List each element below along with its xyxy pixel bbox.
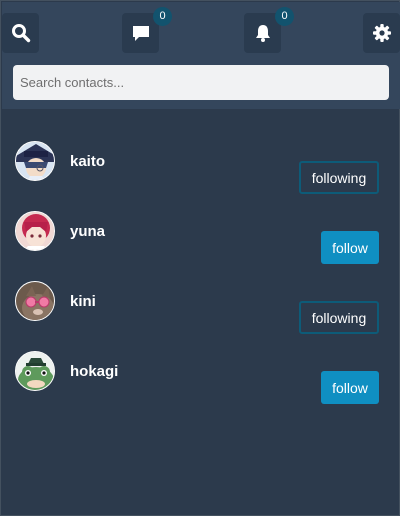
- avatar: [15, 351, 55, 391]
- contact-name: hokagi: [70, 363, 119, 380]
- avatar: [15, 281, 55, 321]
- app-frame: 0 0 Search contacts... kaito following y…: [0, 0, 400, 516]
- settings-button[interactable]: [363, 13, 400, 53]
- search-contacts-input[interactable]: [13, 65, 389, 100]
- notifications-count-badge: 0: [275, 7, 294, 26]
- search-button[interactable]: [2, 13, 39, 53]
- contact-name: kini: [70, 293, 96, 310]
- avatar: [15, 211, 55, 251]
- avatar: [15, 141, 55, 181]
- contact-row: kini following: [1, 279, 399, 339]
- messages-button[interactable]: 0: [122, 7, 172, 53]
- notifications-button[interactable]: 0: [244, 7, 294, 53]
- contact-name: yuna: [70, 223, 106, 240]
- follow-button[interactable]: follow: [321, 231, 379, 264]
- contact-name: kaito: [70, 153, 106, 170]
- follow-button[interactable]: follow: [321, 371, 379, 404]
- contact-row: kaito following: [1, 139, 399, 199]
- gear-icon: [372, 23, 392, 43]
- contact-row: hokagi follow: [1, 349, 399, 409]
- contact-row: yuna follow: [1, 209, 399, 269]
- following-button[interactable]: following: [299, 161, 379, 194]
- chat-bubble-icon: [131, 23, 151, 43]
- search-icon: [11, 23, 31, 43]
- top-bar: 0 0: [2, 2, 400, 109]
- following-button[interactable]: following: [299, 301, 379, 334]
- messages-count-badge: 0: [153, 7, 172, 26]
- bell-icon: [253, 23, 273, 43]
